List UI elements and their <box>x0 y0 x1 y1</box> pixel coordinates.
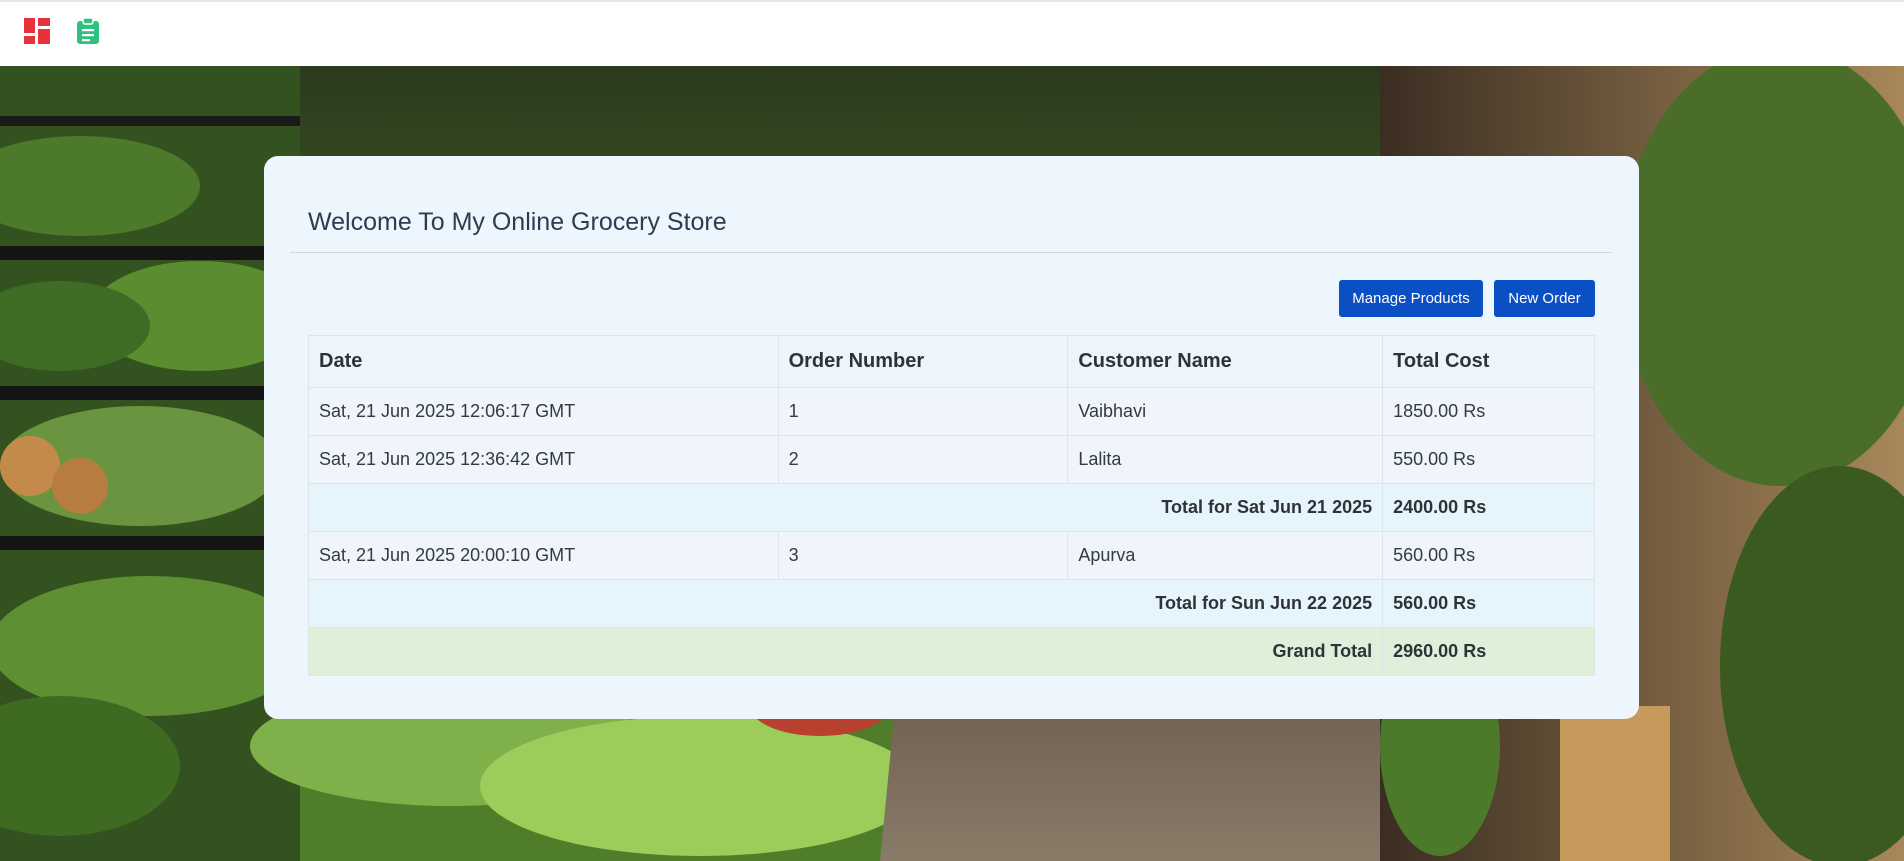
subtotal-row: Total for Sat Jun 21 2025 2400.00 Rs <box>307 483 1595 532</box>
cell-order-number: 1 <box>777 387 1069 436</box>
table-header-row: Date Order Number Customer Name Total Co… <box>308 335 1595 388</box>
title-divider <box>290 252 1612 253</box>
page-title: Welcome To My Online Grocery Store <box>308 208 727 236</box>
cell-date: Sat, 21 Jun 2025 20:00:10 GMT <box>308 531 779 580</box>
cell-customer: Vaibhavi <box>1067 387 1384 436</box>
grand-total-label: Grand Total <box>307 627 1384 676</box>
new-order-button[interactable]: New Order <box>1494 280 1595 317</box>
cell-order-number: 2 <box>777 435 1069 484</box>
table-row: Sat, 21 Jun 2025 12:36:42 GMT 2 Lalita 5… <box>308 435 1595 484</box>
header-date: Date <box>308 335 779 388</box>
cell-customer: Apurva <box>1067 531 1384 580</box>
grand-total-value: 2960.00 Rs <box>1382 627 1595 676</box>
cell-total: 560.00 Rs <box>1382 531 1595 580</box>
table-row: Sat, 21 Jun 2025 12:06:17 GMT 1 Vaibhavi… <box>308 387 1595 436</box>
manage-products-button[interactable]: Manage Products <box>1339 280 1483 317</box>
cell-order-number: 3 <box>777 531 1069 580</box>
cell-date: Sat, 21 Jun 2025 12:36:42 GMT <box>308 435 779 484</box>
subtotal-value: 560.00 Rs <box>1382 579 1595 628</box>
cell-customer: Lalita <box>1067 435 1384 484</box>
cell-total: 1850.00 Rs <box>1382 387 1595 436</box>
subtotal-label: Total for Sat Jun 21 2025 <box>307 483 1384 532</box>
header-order-number: Order Number <box>777 335 1069 388</box>
dashboard-grid-icon[interactable] <box>23 17 51 45</box>
header-customer-name: Customer Name <box>1067 335 1384 388</box>
subtotal-label: Total for Sun Jun 22 2025 <box>307 579 1384 628</box>
top-navbar <box>0 0 1904 66</box>
orders-card: Welcome To My Online Grocery Store Manag… <box>264 156 1639 719</box>
cell-total: 550.00 Rs <box>1382 435 1595 484</box>
cell-date: Sat, 21 Jun 2025 12:06:17 GMT <box>308 387 779 436</box>
clipboard-icon[interactable] <box>74 17 102 45</box>
header-total-cost: Total Cost <box>1382 335 1595 388</box>
grand-total-row: Grand Total 2960.00 Rs <box>307 627 1595 676</box>
subtotal-row: Total for Sun Jun 22 2025 560.00 Rs <box>307 579 1595 628</box>
grocery-background-image: Welcome To My Online Grocery Store Manag… <box>0 66 1904 861</box>
table-row: Sat, 21 Jun 2025 20:00:10 GMT 3 Apurva 5… <box>308 531 1595 580</box>
subtotal-value: 2400.00 Rs <box>1382 483 1595 532</box>
orders-table: Date Order Number Customer Name Total Co… <box>307 335 1595 676</box>
